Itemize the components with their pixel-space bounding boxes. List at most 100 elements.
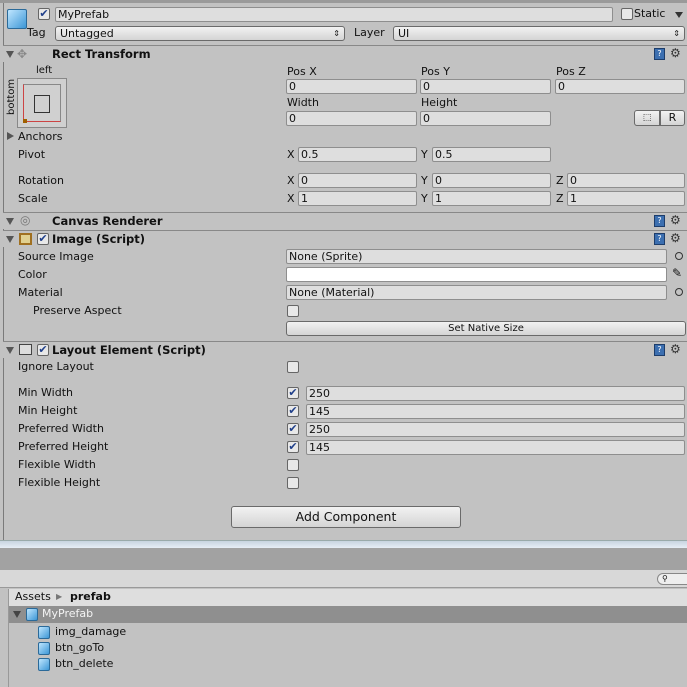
breadcrumb-assets[interactable]: Assets xyxy=(15,590,51,604)
layout-row-checkbox[interactable]: ✔ xyxy=(287,441,299,453)
rotation-y-field[interactable]: 0 xyxy=(432,173,551,188)
set-native-size-button[interactable]: Set Native Size xyxy=(286,321,686,336)
foldout-icon[interactable] xyxy=(6,236,14,243)
rect-transform-header[interactable]: ✥ Rect Transform ? ⚙ xyxy=(3,45,687,62)
canvas-renderer-icon: ◎ xyxy=(20,213,31,227)
foldout-icon[interactable] xyxy=(13,611,21,618)
static-label: Static xyxy=(634,7,666,20)
raw-edit-button[interactable]: R xyxy=(660,110,685,126)
source-image-field[interactable]: None (Sprite) xyxy=(286,249,667,264)
add-component-button[interactable]: Add Component xyxy=(231,506,461,528)
tree-item[interactable]: btn_goTo xyxy=(9,640,687,656)
foldout-icon[interactable] xyxy=(6,51,14,58)
tree-item-root[interactable]: MyPrefab xyxy=(9,606,687,623)
pivot-x-field[interactable]: 0.5 xyxy=(298,147,417,162)
z-label: Z xyxy=(556,192,564,205)
anchor-presets-button[interactable] xyxy=(17,78,67,128)
layout-row-field[interactable]: 250 xyxy=(306,386,685,401)
blueprint-mode-button[interactable]: ⬚ xyxy=(634,110,660,126)
static-dropdown-icon[interactable] xyxy=(675,12,683,18)
prefab-child-icon xyxy=(38,658,50,671)
component-title: Canvas Renderer xyxy=(52,214,163,228)
pos-x-field[interactable]: 0 xyxy=(286,79,417,94)
layer-dropdown[interactable]: UI ⇕ xyxy=(393,26,685,41)
width-field[interactable]: 0 xyxy=(286,111,417,126)
panel-splitter[interactable] xyxy=(0,540,687,548)
search-field[interactable]: ⚲ xyxy=(657,573,687,585)
breadcrumb-arrow-icon: ▶ xyxy=(56,592,63,601)
breadcrumb-prefab[interactable]: prefab xyxy=(70,590,111,604)
tag-value: Untagged xyxy=(60,27,114,40)
scale-z-field[interactable]: 1 xyxy=(567,191,685,206)
ignore-layout-checkbox[interactable] xyxy=(287,361,299,373)
gear-icon[interactable]: ⚙ xyxy=(670,47,681,59)
x-label: X xyxy=(287,192,295,205)
static-checkbox[interactable] xyxy=(621,8,633,20)
layout-row-field[interactable]: 145 xyxy=(306,440,685,455)
z-label: Z xyxy=(556,174,564,187)
pivot-y-field[interactable]: 0.5 xyxy=(432,147,551,162)
width-label: Width xyxy=(287,96,319,109)
anchors-foldout-icon[interactable] xyxy=(7,132,14,140)
gear-icon[interactable]: ⚙ xyxy=(670,214,681,226)
x-label: X xyxy=(287,174,295,187)
name-field[interactable]: MyPrefab xyxy=(55,7,613,22)
y-label: Y xyxy=(421,192,428,205)
help-icon[interactable]: ? xyxy=(654,48,665,60)
gameobject-icon[interactable] xyxy=(7,9,27,29)
layout-row-checkbox[interactable]: ✔ xyxy=(287,405,299,417)
layout-row-checkbox[interactable] xyxy=(287,477,299,489)
gear-icon[interactable]: ⚙ xyxy=(670,232,681,244)
component-title: Image (Script) xyxy=(52,232,146,246)
foldout-icon[interactable] xyxy=(6,347,14,354)
scale-x-field[interactable]: 1 xyxy=(298,191,417,206)
canvas-renderer-header[interactable]: ◎ Canvas Renderer ? ⚙ xyxy=(3,212,687,229)
scale-y-field[interactable]: 1 xyxy=(432,191,551,206)
layout-enabled-checkbox[interactable]: ✔ xyxy=(37,344,49,356)
eyedropper-icon[interactable]: ✎ xyxy=(672,266,682,280)
layout-row-field[interactable]: 145 xyxy=(306,404,685,419)
layout-row-field[interactable]: 250 xyxy=(306,422,685,437)
color-field[interactable] xyxy=(286,267,667,282)
gear-icon[interactable]: ⚙ xyxy=(670,343,681,355)
rotation-x-field[interactable]: 0 xyxy=(298,173,417,188)
height-field[interactable]: 0 xyxy=(420,111,551,126)
pos-y-field[interactable]: 0 xyxy=(420,79,551,94)
component-title: Layout Element (Script) xyxy=(52,343,206,357)
prefab-child-icon xyxy=(38,642,50,655)
layout-row-checkbox[interactable] xyxy=(287,459,299,471)
scale-label: Scale xyxy=(18,192,48,205)
project-tabbar xyxy=(0,548,687,570)
layout-element-header[interactable]: ✔ Layout Element (Script) ? ⚙ xyxy=(3,341,687,358)
active-checkbox[interactable]: ✔ xyxy=(38,8,50,20)
material-field[interactable]: None (Material) xyxy=(286,285,667,300)
image-header[interactable]: ✔ Image (Script) ? ⚙ xyxy=(3,230,687,247)
help-icon[interactable]: ? xyxy=(654,344,665,356)
tree-item[interactable]: btn_delete xyxy=(9,656,687,672)
pos-y-label: Pos Y xyxy=(421,65,450,78)
anchors-label[interactable]: Anchors xyxy=(18,130,63,144)
updown-icon: ⇕ xyxy=(333,29,340,38)
pos-z-field[interactable]: 0 xyxy=(555,79,685,94)
help-icon[interactable]: ? xyxy=(654,233,665,245)
y-label: Y xyxy=(421,148,428,161)
layout-row-label: Preferred Width xyxy=(18,422,104,435)
tree-item-label: img_damage xyxy=(55,625,127,638)
object-picker-icon[interactable] xyxy=(675,288,683,296)
anchor-point xyxy=(23,119,27,123)
tree-item[interactable]: img_damage xyxy=(9,624,687,640)
y-label: Y xyxy=(421,174,428,187)
layout-row-checkbox[interactable]: ✔ xyxy=(287,387,299,399)
object-picker-icon[interactable] xyxy=(675,252,683,260)
foldout-icon[interactable] xyxy=(6,218,14,225)
image-enabled-checkbox[interactable]: ✔ xyxy=(37,233,49,245)
component-title: Rect Transform xyxy=(52,47,151,61)
layer-label: Layer xyxy=(354,26,385,39)
rotation-z-field[interactable]: 0 xyxy=(567,173,685,188)
tag-dropdown[interactable]: Untagged ⇕ xyxy=(55,26,345,41)
rect-transform-icon: ✥ xyxy=(17,47,28,61)
help-icon[interactable]: ? xyxy=(654,215,665,227)
layout-element-icon xyxy=(19,344,32,355)
layout-row-checkbox[interactable]: ✔ xyxy=(287,423,299,435)
preserve-aspect-checkbox[interactable] xyxy=(287,305,299,317)
